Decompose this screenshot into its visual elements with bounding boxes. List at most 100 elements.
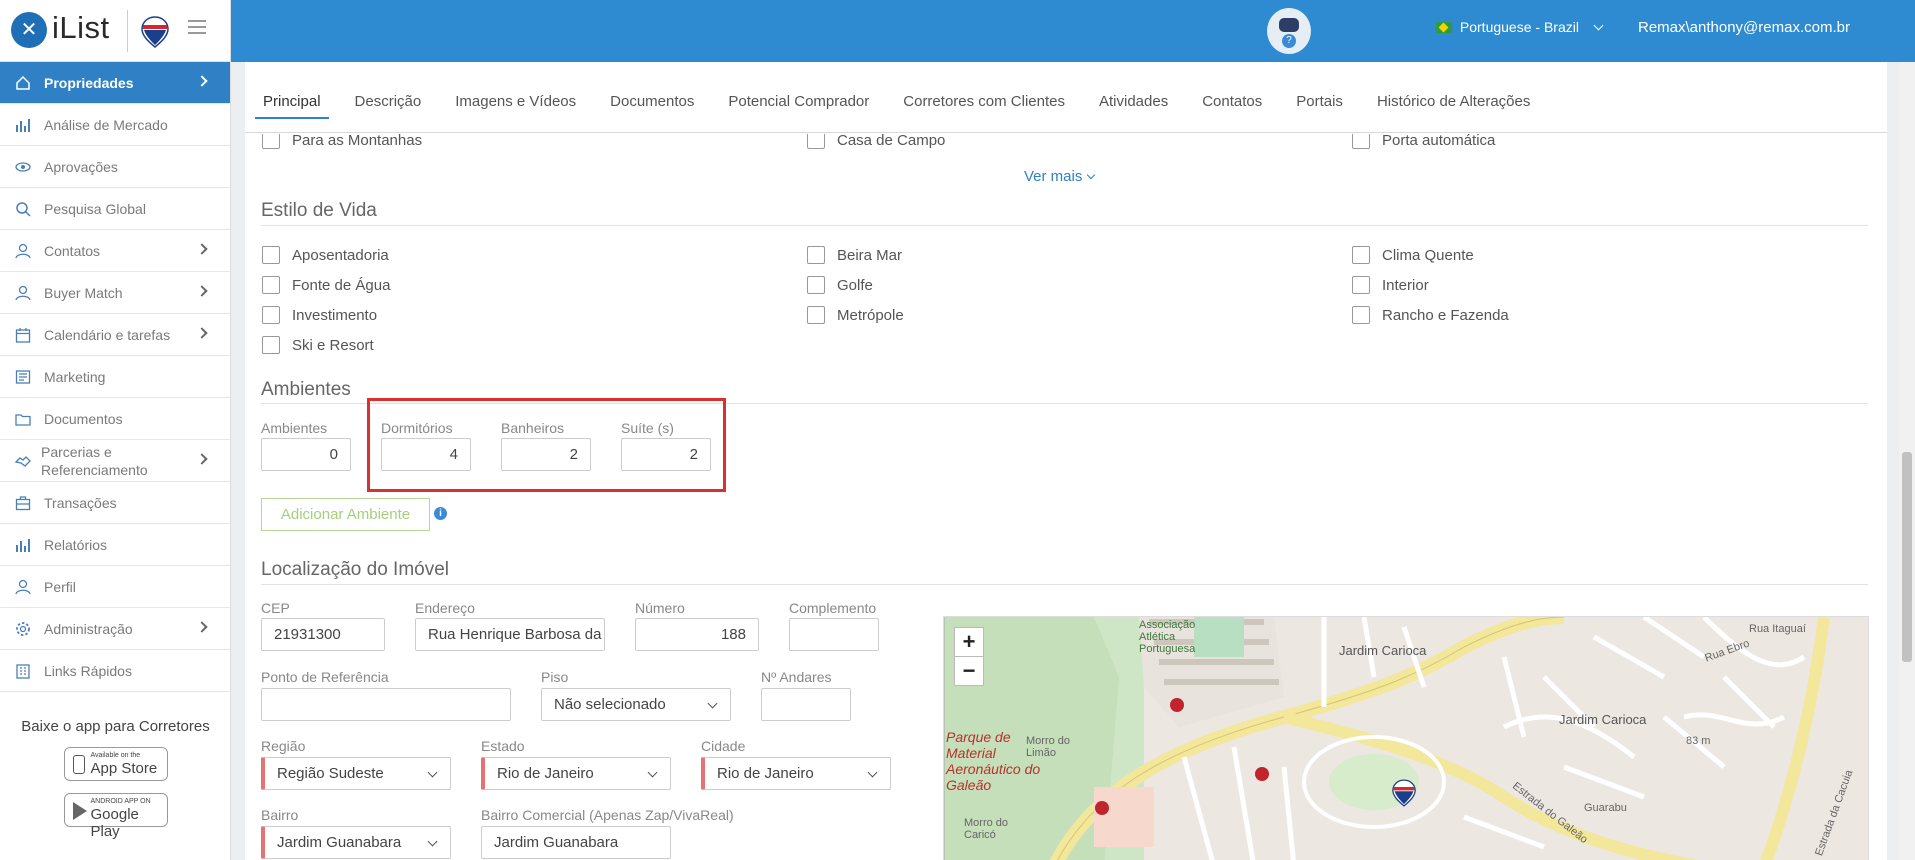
checkbox-item[interactable]: Metrópole (807, 306, 904, 324)
checkbox[interactable] (1352, 134, 1370, 149)
tab-corretores-clientes[interactable]: Corretores com Clientes (901, 89, 1067, 116)
app-promo: Baixe o app para Corretores Available on… (0, 718, 231, 840)
briefcase-icon (15, 496, 31, 511)
tab-imagens-videos[interactable]: Imagens e Vídeos (453, 89, 578, 116)
tab-contatos[interactable]: Contatos (1200, 89, 1264, 116)
sidebar-item-links-rapidos[interactable]: Links Rápidos (0, 650, 230, 692)
sidebar-item-calendario[interactable]: Calendário e tarefas (0, 314, 230, 356)
andares-input[interactable] (761, 688, 851, 721)
hamburger-menu-icon[interactable] (188, 20, 206, 34)
scrollbar-thumb[interactable] (1902, 452, 1912, 662)
sidebar-item-label: Perfil (44, 578, 76, 595)
tab-documentos[interactable]: Documentos (608, 89, 696, 116)
checkbox[interactable] (1352, 246, 1370, 264)
checkbox-item[interactable]: Porta automática (1352, 134, 1495, 149)
tab-descricao[interactable]: Descrição (353, 89, 424, 116)
checkbox-item[interactable]: Fonte de Água (262, 276, 390, 294)
bairro-comercial-input[interactable]: Jardim Guanabara (481, 826, 671, 859)
user-account[interactable]: Remax\anthony@remax.com.br (1638, 19, 1850, 36)
checkbox-item[interactable]: Investimento (262, 306, 377, 324)
checkbox[interactable] (1352, 276, 1370, 294)
complemento-input[interactable] (789, 618, 879, 651)
checkbox-label: Metrópole (837, 306, 904, 324)
checkbox-item[interactable]: Casa de Campo (807, 134, 945, 149)
checkbox[interactable] (262, 306, 280, 324)
tab-historico[interactable]: Histórico de Alterações (1375, 89, 1532, 116)
sidebar-item-analise-mercado[interactable]: Análise de Mercado (0, 104, 230, 146)
map[interactable]: + − Jardim Carioca Jardim Carioca Parque… (943, 616, 1869, 860)
info-icon[interactable]: i (434, 507, 447, 520)
play-icon (72, 802, 87, 820)
sidebar-item-transacoes[interactable]: Transações (0, 482, 230, 524)
add-ambiente-button[interactable]: Adicionar Ambiente (261, 498, 430, 531)
estado-select[interactable]: Rio de Janeiro (481, 757, 671, 790)
sidebar-item-buyer-match[interactable]: Buyer Match (0, 272, 230, 314)
tab-atividades[interactable]: Atividades (1097, 89, 1170, 116)
bairro-select[interactable]: Jardim Guanabara (261, 826, 451, 859)
cidade-select[interactable]: Rio de Janeiro (701, 757, 891, 790)
user-icon (15, 243, 31, 259)
zoom-in-button[interactable]: + (954, 627, 984, 657)
sidebar-item-marketing[interactable]: Marketing (0, 356, 230, 398)
chevron-right-icon (196, 243, 208, 255)
sidebar-item-parcerias[interactable]: Parcerias e Referenciamento (0, 440, 230, 482)
tab-principal[interactable]: Principal (255, 89, 329, 119)
checkbox-item[interactable]: Golfe (807, 276, 873, 294)
app-store-small-text: Available on the (90, 752, 141, 759)
checkbox-item[interactable]: Interior (1352, 276, 1429, 294)
checkbox[interactable] (1352, 306, 1370, 324)
checkbox-item[interactable]: Rancho e Fazenda (1352, 306, 1509, 324)
sidebar-item-contatos[interactable]: Contatos (0, 230, 230, 272)
ver-mais-label: Ver mais (1024, 168, 1083, 185)
sidebar-item-relatorios[interactable]: Relatórios (0, 524, 230, 566)
checkbox-item[interactable]: Ski e Resort (262, 336, 374, 354)
checkbox-label: Rancho e Fazenda (1382, 306, 1509, 324)
eye-icon (15, 162, 31, 172)
checkbox[interactable] (262, 336, 280, 354)
checkbox[interactable] (807, 306, 825, 324)
referencia-input[interactable] (261, 688, 511, 721)
checkbox[interactable] (807, 276, 825, 294)
piso-select[interactable]: Não selecionado (541, 688, 731, 721)
sidebar-item-label: Transações (44, 494, 117, 511)
checkbox-item[interactable]: Beira Mar (807, 246, 902, 264)
ver-mais-link[interactable]: Ver mais (1024, 168, 1096, 185)
remax-balloon-icon (141, 16, 169, 48)
cep-label: CEP (261, 600, 290, 616)
endereco-input[interactable]: Rua Henrique Barbosa da (415, 618, 605, 651)
andares-label: Nº Andares (761, 669, 832, 685)
ambientes-input[interactable]: 0 (261, 438, 351, 471)
sidebar-item-documentos[interactable]: Documentos (0, 398, 230, 440)
checkbox-label: Beira Mar (837, 246, 903, 264)
regiao-select[interactable]: Região Sudeste (261, 757, 451, 790)
tab-potencial-comprador[interactable]: Potencial Comprador (726, 89, 871, 116)
tab-portais[interactable]: Portais (1294, 89, 1345, 116)
cep-input[interactable]: 21931300 (261, 618, 385, 651)
remax-marker-icon (1392, 779, 1416, 807)
sidebar-item-pesquisa-global[interactable]: Pesquisa Global (0, 188, 230, 230)
home-icon (16, 75, 30, 90)
sidebar-item-label: Documentos (44, 410, 123, 427)
sidebar-item-propriedades[interactable]: Propriedades (0, 62, 230, 104)
referencia-label: Ponto de Referência (261, 669, 389, 685)
checkbox[interactable] (262, 246, 280, 264)
checkbox-item[interactable]: Aposentadoria (262, 246, 389, 264)
checkbox[interactable] (807, 246, 825, 264)
app-store-button[interactable]: Available on the App Store (63, 747, 168, 781)
help-bot-icon[interactable] (1267, 8, 1311, 54)
checkbox[interactable] (262, 276, 280, 294)
language-selector[interactable]: Portuguese - Brazil (1436, 19, 1604, 35)
sidebar-item-aprovacoes[interactable]: Aprovações (0, 146, 230, 188)
app-promo-title: Baixe o app para Corretores (21, 718, 210, 735)
checkbox-item[interactable]: Para as Montanhas (262, 134, 422, 149)
checkbox-label: Aposentadoria (292, 246, 389, 264)
sidebar-item-perfil[interactable]: Perfil (0, 566, 230, 608)
zoom-out-button[interactable]: − (954, 656, 984, 686)
checkbox[interactable] (807, 134, 825, 149)
numero-input[interactable]: 188 (635, 618, 759, 651)
map-label: Guarabu (1584, 802, 1627, 814)
google-play-button[interactable]: ANDROID APP ON Google Play (63, 793, 168, 840)
sidebar-item-administracao[interactable]: Administração (0, 608, 230, 650)
checkbox[interactable] (262, 134, 280, 149)
checkbox-item[interactable]: Clima Quente (1352, 246, 1474, 264)
